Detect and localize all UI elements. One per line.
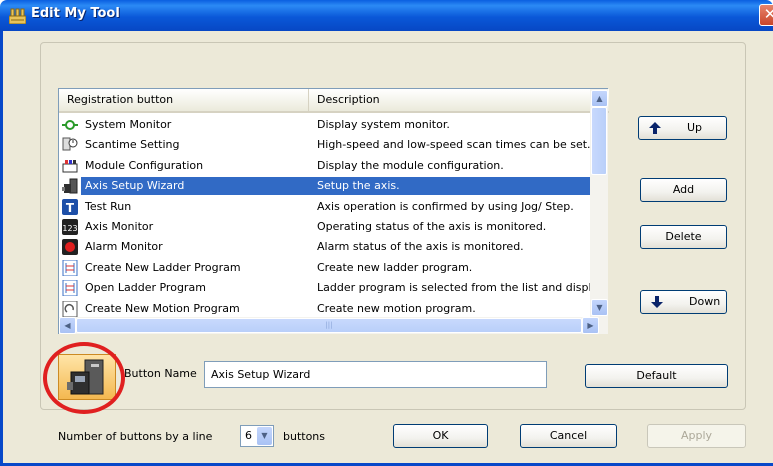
list-item-name: Create New Ladder Program <box>85 260 241 274</box>
down-button-label: Down <box>689 295 721 308</box>
highlight-circle <box>43 342 125 414</box>
cancel-button[interactable]: Cancel <box>520 424 617 448</box>
svg-text:123: 123 <box>62 224 77 233</box>
buttons-per-line-value: 6 <box>245 429 252 442</box>
scantime-setting-icon <box>62 137 78 153</box>
vertical-scroll-thumb[interactable] <box>591 107 607 175</box>
up-button-label: Up <box>687 121 703 134</box>
apply-button-label: Apply <box>680 429 713 442</box>
list-item[interactable]: Module Configuration Display the module c… <box>59 156 590 176</box>
buttons-per-line-select[interactable]: 6 ▼ <box>240 425 274 447</box>
button-name-input[interactable]: Axis Setup Wizard <box>204 361 547 388</box>
list-item-description: Display the module configuration. <box>317 158 504 172</box>
ok-button-label: OK <box>432 429 449 442</box>
module-configuration-icon <box>62 158 78 174</box>
button-name-label: Button Name <box>124 367 197 380</box>
close-button[interactable]: ✕ <box>759 4 773 26</box>
list-item[interactable]: Axis Setup Wizard Setup the axis. <box>59 176 590 196</box>
list-item-name: Alarm Monitor <box>85 240 163 254</box>
list-item-description: Create new motion program. <box>317 301 476 315</box>
alarm-monitor-icon <box>62 239 78 256</box>
horizontal-scroll-thumb[interactable]: ||| <box>76 318 582 333</box>
motion-program-icon <box>62 300 78 318</box>
list-item-name: Module Configuration <box>85 158 204 172</box>
default-button[interactable]: Default <box>585 364 728 388</box>
scroll-right-button[interactable]: ▶ <box>582 317 599 334</box>
window-title: Edit My Tool <box>31 6 120 21</box>
buttons-per-line-label: Number of buttons by a line <box>58 430 213 443</box>
ladder-program-icon <box>62 279 78 297</box>
scroll-down-button[interactable]: ▼ <box>591 299 608 316</box>
list-item-description: Create new ladder program. <box>317 260 473 274</box>
buttons-unit-label: buttons <box>283 430 326 443</box>
close-icon: ✕ <box>763 5 773 23</box>
chevron-down-icon[interactable]: ▼ <box>257 427 272 445</box>
ok-button[interactable]: OK <box>393 424 488 448</box>
default-button-label: Default <box>636 369 677 382</box>
column-registration-button[interactable]: Registration button <box>59 89 309 111</box>
app-icon <box>9 8 26 24</box>
vertical-scrollbar[interactable]: ▲ ▼ <box>590 89 608 317</box>
list-item-description: Ladder program is selected from the list… <box>317 281 590 295</box>
list-item[interactable]: Create New Ladder Program Create new ladd… <box>59 258 590 278</box>
list-item-name: Create New Motion Program <box>85 301 240 315</box>
list-item-description: High-speed and low-speed scan times can … <box>317 138 590 152</box>
list-item[interactable]: Alarm Monitor Alarm status of the axis is… <box>59 237 590 257</box>
list-item[interactable]: Open Ladder Program Ladder program is sel… <box>59 278 590 298</box>
list-item-name: System Monitor <box>85 118 172 131</box>
arrow-down-icon <box>651 296 663 308</box>
column-description[interactable]: Description <box>309 89 589 111</box>
delete-button[interactable]: Delete <box>640 225 727 249</box>
list-item-description: Alarm status of the axis is monitored. <box>317 240 524 254</box>
list-item-description: Display system monitor. <box>317 118 450 131</box>
scroll-left-button[interactable]: ◀ <box>59 317 76 334</box>
title-bar[interactable]: Edit My Tool ✕ <box>0 0 773 31</box>
list-item-description: Setup the axis. <box>317 179 400 193</box>
list-item-name: Axis Setup Wizard <box>85 179 185 193</box>
up-button[interactable]: Up <box>638 116 727 140</box>
axis-setup-wizard-icon <box>62 178 78 194</box>
list-item[interactable]: System Monitor Display system monitor. <box>59 115 590 135</box>
ladder-program-icon <box>62 259 78 277</box>
svg-text:T: T <box>66 201 75 215</box>
horizontal-scrollbar[interactable]: ◀ ||| ▶ <box>59 317 608 334</box>
add-button-label: Add <box>672 183 695 196</box>
system-monitor-icon <box>62 117 78 133</box>
cancel-button-label: Cancel <box>549 429 588 442</box>
edit-my-tool-dialog: Edit My Tool ✕ Registration button Descr… <box>0 0 773 466</box>
list-item-name: Scantime Setting <box>85 138 180 152</box>
arrow-up-icon <box>649 122 661 134</box>
list-item[interactable]: Create New Motion Program Create new moti… <box>59 299 590 319</box>
list-item-name: Open Ladder Program <box>85 281 206 295</box>
list-item-name: Axis Monitor <box>85 220 154 233</box>
down-button[interactable]: Down <box>640 290 727 314</box>
apply-button[interactable]: Apply <box>647 424 746 448</box>
axis-monitor-icon: 123 <box>62 219 78 235</box>
list-header: Registration button Description <box>59 89 609 113</box>
list-item[interactable]: Scantime Setting High-speed and low-speed… <box>59 135 590 155</box>
test-run-icon: T <box>62 198 78 215</box>
list-item-description: Operating status of the axis is monitore… <box>317 220 547 233</box>
delete-button-label: Delete <box>665 230 702 243</box>
add-button[interactable]: Add <box>640 178 727 202</box>
registration-list[interactable]: Registration button Description System M… <box>58 88 609 334</box>
list-item-name: Test Run <box>85 199 132 213</box>
list-item[interactable]: T Test Run Axis operation is confirmed by … <box>59 197 590 217</box>
list-item[interactable]: 123 Axis Monitor Operating status of the a… <box>59 217 590 237</box>
scroll-up-button[interactable]: ▲ <box>591 90 608 107</box>
list-item-description: Axis operation is confirmed by using Jog… <box>317 199 574 213</box>
